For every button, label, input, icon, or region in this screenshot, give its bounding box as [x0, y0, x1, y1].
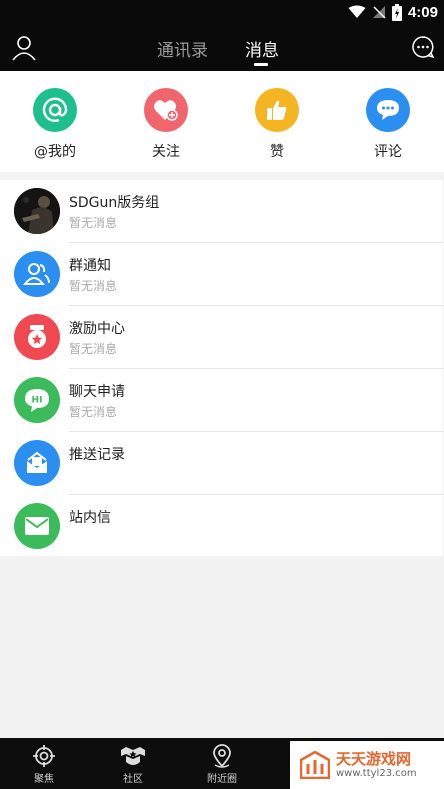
list-item-title: 推送记录 [69, 447, 125, 463]
medal-icon [14, 314, 60, 360]
quick-action-likes[interactable]: 赞 [232, 88, 322, 161]
nav-label: 聚焦 [34, 774, 54, 785]
target-icon [33, 745, 55, 767]
watermark-url: www.ttyl23.com [336, 767, 417, 779]
chat-options-icon[interactable] [411, 35, 435, 59]
quick-action-label: 评论 [374, 144, 402, 160]
list-item-title: 聊天申请 [69, 384, 125, 400]
list-item[interactable]: 推送记录 [0, 432, 443, 495]
watermark-logo-icon [300, 751, 330, 779]
list-item[interactable]: SDGun版务组 暂无消息 [0, 180, 443, 243]
quick-action-label: 关注 [152, 144, 180, 160]
nav-item-community[interactable]: 社区 [103, 744, 163, 785]
group-photo-avatar [14, 188, 60, 234]
location-icon [213, 744, 231, 768]
quick-action-comments[interactable]: 评论 [343, 88, 433, 161]
no-signal-icon [372, 6, 386, 19]
nav-label: 社区 [123, 774, 143, 785]
watermark-title: 天天游戏网 [336, 749, 412, 768]
quick-action-at-me[interactable]: @我的 [10, 88, 100, 161]
at-icon [33, 88, 77, 132]
message-list: SDGun版务组 暂无消息 群通知 暂无消息 激励中心 暂无消息 HI 聊天申请… [0, 180, 443, 556]
list-item-subtitle: 暂无消息 [69, 279, 118, 293]
group-users-icon [14, 251, 60, 297]
profile-icon[interactable] [11, 35, 37, 61]
status-time: 4:09 [407, 3, 438, 21]
wifi-icon [348, 5, 366, 18]
inbox-icon [14, 440, 60, 486]
list-item-title: 站内信 [69, 510, 111, 526]
list-item-subtitle: 暂无消息 [69, 405, 118, 419]
list-item[interactable]: 激励中心 暂无消息 [0, 306, 443, 369]
status-bar: 4:09 [0, 0, 444, 24]
nav-label: 附近圈 [207, 774, 237, 785]
list-item[interactable]: 群通知 暂无消息 [0, 243, 443, 306]
thumbs-up-icon [255, 88, 299, 132]
battery-icon [391, 3, 402, 21]
quick-actions: @我的 关注 赞 评论 [0, 71, 444, 172]
tab-messages[interactable]: 消息 [245, 36, 279, 61]
badge-icon [121, 747, 145, 765]
svg-text:HI: HI [32, 396, 43, 406]
list-item-subtitle: 暂无消息 [69, 342, 118, 356]
top-bar: 通讯录 消息 [0, 24, 444, 71]
nav-item-nearby[interactable]: 附近圈 [192, 744, 252, 785]
quick-action-label: @我的 [34, 144, 76, 160]
list-item-title: 群通知 [69, 258, 111, 274]
tab-contacts[interactable]: 通讯录 [157, 36, 208, 61]
list-item-subtitle: 暂无消息 [69, 216, 118, 230]
list-item[interactable]: 站内信 [0, 495, 443, 558]
heart-plus-icon [144, 88, 188, 132]
comment-icon [366, 88, 410, 132]
active-tab-indicator [254, 63, 268, 66]
list-item[interactable]: HI 聊天申请 暂无消息 [0, 369, 443, 432]
list-item-title: SDGun版务组 [69, 195, 160, 211]
list-item-title: 激励中心 [69, 321, 125, 337]
hi-bubble-icon: HI [14, 377, 60, 423]
quick-action-follow[interactable]: 关注 [121, 88, 211, 161]
quick-action-label: 赞 [270, 144, 284, 160]
status-icons: 4:09 [348, 2, 438, 22]
mail-icon [14, 503, 60, 549]
nav-item-focus[interactable]: 聚焦 [14, 744, 74, 785]
watermark: 天天游戏网 www.ttyl23.com [290, 741, 444, 789]
